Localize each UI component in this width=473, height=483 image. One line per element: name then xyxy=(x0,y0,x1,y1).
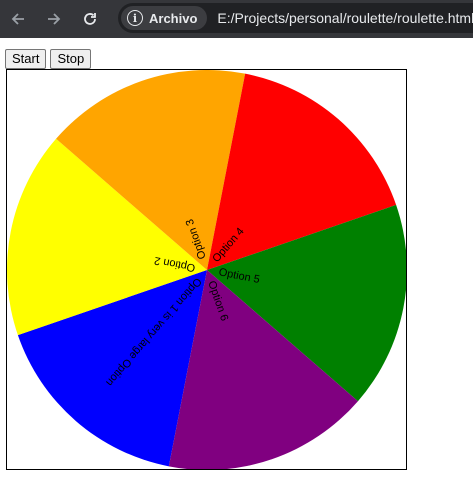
page-content: Start Stop Option 1 is very large Option… xyxy=(0,38,473,483)
site-info-chip[interactable]: i Archivo xyxy=(121,6,208,30)
info-icon: i xyxy=(127,10,143,26)
stop-button[interactable]: Stop xyxy=(50,49,92,69)
reload-icon[interactable] xyxy=(72,0,108,38)
url-text[interactable]: E:/Projects/personal/roulette/roulette.h… xyxy=(217,10,473,26)
address-bar[interactable]: i Archivo E:/Projects/personal/roulette/… xyxy=(118,3,473,33)
controls: Start Stop xyxy=(5,49,92,69)
arrow-right-icon[interactable] xyxy=(36,0,72,38)
roulette-canvas[interactable]: Option 1 is very large Option Option 2 Opt… xyxy=(6,69,407,470)
arrow-left-icon[interactable] xyxy=(0,0,36,38)
site-info-label: Archivo xyxy=(149,10,198,26)
roulette-wheel[interactable]: Option 1 is very large OptionOption 2Opt… xyxy=(7,70,406,469)
start-button[interactable]: Start xyxy=(5,49,47,69)
browser-toolbar: i Archivo E:/Projects/personal/roulette/… xyxy=(0,0,473,38)
